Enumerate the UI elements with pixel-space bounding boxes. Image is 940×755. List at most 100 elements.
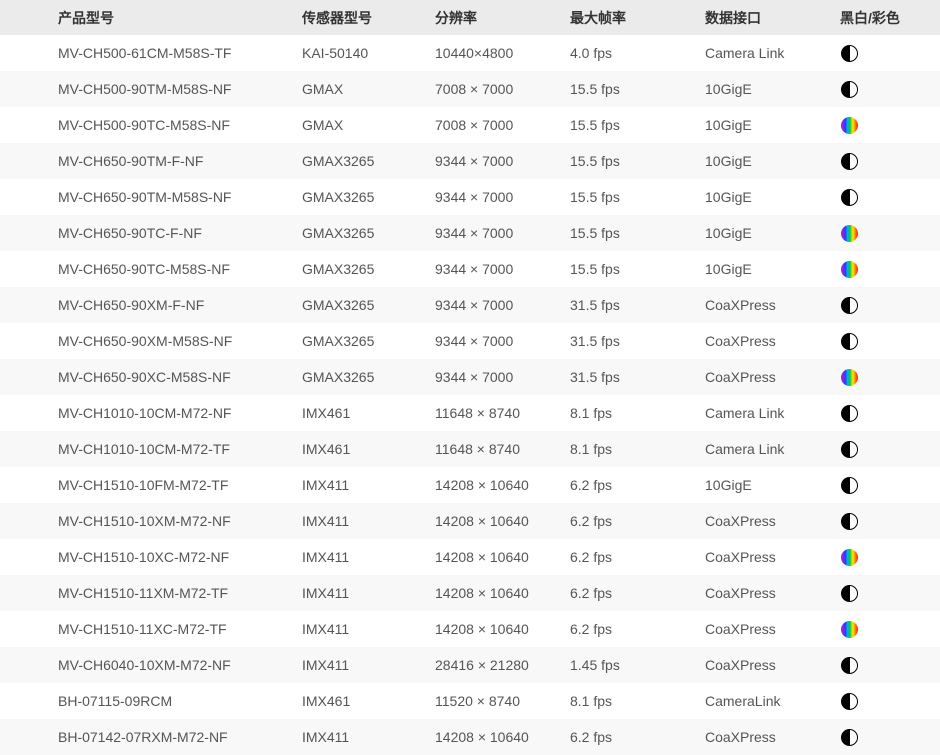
cell-resolution: 7008 × 7000 [435, 71, 570, 107]
table-row: MV-CH6040-10XM-M72-NFIMX41128416 × 21280… [0, 647, 940, 683]
color-rainbow-circle-icon [841, 117, 858, 134]
cell-max_fps: 15.5 fps [570, 71, 705, 107]
cell-interface: CoaXPress [705, 647, 840, 683]
table-row: MV-CH500-90TM-M58S-NFGMAX7008 × 700015.5… [0, 71, 940, 107]
cell-mono_color [840, 683, 940, 719]
cell-interface: 10GigE [705, 179, 840, 215]
cell-sensor: GMAX3265 [302, 215, 435, 251]
cell-interface: 10GigE [705, 71, 840, 107]
color-rainbow-circle-icon [841, 225, 858, 242]
cell-resolution: 10440×4800 [435, 35, 570, 71]
cell-max_fps: 15.5 fps [570, 179, 705, 215]
cell-mono_color [840, 575, 940, 611]
cell-sensor: GMAX3265 [302, 179, 435, 215]
cell-model: MV-CH650-90XC-M58S-NF [0, 359, 302, 395]
cell-sensor: GMAX [302, 107, 435, 143]
cell-model: MV-CH1510-11XM-M72-TF [0, 575, 302, 611]
cell-mono_color [840, 215, 940, 251]
cell-max_fps: 8.1 fps [570, 431, 705, 467]
mono-half-circle-icon [841, 189, 858, 206]
cell-mono_color [840, 719, 940, 755]
cell-model: MV-CH6040-10XM-M72-NF [0, 647, 302, 683]
cell-model: MV-CH1010-10CM-M72-TF [0, 431, 302, 467]
column-header-mono_color: 黑白/彩色 [840, 0, 940, 35]
mono-half-circle-icon [841, 585, 858, 602]
cell-sensor: IMX411 [302, 539, 435, 575]
table-row: MV-CH650-90XM-F-NFGMAX32659344 × 700031.… [0, 287, 940, 323]
cell-model: BH-07115-09RCM [0, 683, 302, 719]
cell-sensor: IMX461 [302, 683, 435, 719]
mono-half-circle-icon [841, 405, 858, 422]
cell-model: MV-CH650-90TM-M58S-NF [0, 179, 302, 215]
cell-max_fps: 6.2 fps [570, 575, 705, 611]
cell-max_fps: 31.5 fps [570, 323, 705, 359]
cell-sensor: KAI-50140 [302, 35, 435, 71]
cell-sensor: IMX411 [302, 467, 435, 503]
table-header: 产品型号传感器型号分辨率最大帧率数据接口黑白/彩色 [0, 0, 940, 35]
cell-resolution: 14208 × 10640 [435, 467, 570, 503]
table-row: MV-CH650-90TC-F-NFGMAX32659344 × 700015.… [0, 215, 940, 251]
table-row: BH-07115-09RCMIMX46111520 × 87408.1 fpsC… [0, 683, 940, 719]
cell-sensor: GMAX3265 [302, 251, 435, 287]
cell-interface: CoaXPress [705, 323, 840, 359]
cell-interface: 10GigE [705, 107, 840, 143]
cell-model: MV-CH1510-11XC-M72-TF [0, 611, 302, 647]
cell-sensor: IMX411 [302, 575, 435, 611]
cell-interface: 10GigE [705, 143, 840, 179]
table-row: MV-CH1010-10CM-M72-NFIMX46111648 × 87408… [0, 395, 940, 431]
cell-interface: CoaXPress [705, 539, 840, 575]
mono-half-circle-icon [841, 477, 858, 494]
cell-max_fps: 6.2 fps [570, 611, 705, 647]
cell-interface: CoaXPress [705, 287, 840, 323]
color-rainbow-circle-icon [841, 549, 858, 566]
mono-half-circle-icon [841, 153, 858, 170]
cell-model: MV-CH650-90XM-M58S-NF [0, 323, 302, 359]
table-row: MV-CH650-90TC-M58S-NFGMAX32659344 × 7000… [0, 251, 940, 287]
cell-max_fps: 15.5 fps [570, 251, 705, 287]
cell-resolution: 9344 × 7000 [435, 251, 570, 287]
cell-interface: 10GigE [705, 251, 840, 287]
cell-mono_color [840, 323, 940, 359]
cell-mono_color [840, 359, 940, 395]
cell-sensor: GMAX3265 [302, 143, 435, 179]
cell-mono_color [840, 647, 940, 683]
cell-max_fps: 1.45 fps [570, 647, 705, 683]
table-row: MV-CH1510-10XM-M72-NFIMX41114208 × 10640… [0, 503, 940, 539]
column-header-sensor: 传感器型号 [302, 0, 435, 35]
cell-interface: Camera Link [705, 431, 840, 467]
table-row: MV-CH650-90TM-F-NFGMAX32659344 × 700015.… [0, 143, 940, 179]
cell-model: BH-07142-07RXM-M72-NF [0, 719, 302, 755]
cell-mono_color [840, 467, 940, 503]
cell-sensor: IMX461 [302, 431, 435, 467]
column-header-max_fps: 最大帧率 [570, 0, 705, 35]
cell-resolution: 11648 × 8740 [435, 395, 570, 431]
cell-sensor: IMX411 [302, 647, 435, 683]
column-header-model: 产品型号 [0, 0, 302, 35]
camera-spec-table: 产品型号传感器型号分辨率最大帧率数据接口黑白/彩色 MV-CH500-61CM-… [0, 0, 940, 755]
mono-half-circle-icon [841, 513, 858, 530]
cell-interface: CoaXPress [705, 575, 840, 611]
column-header-resolution: 分辨率 [435, 0, 570, 35]
table-row: MV-CH1510-10FM-M72-TFIMX41114208 × 10640… [0, 467, 940, 503]
cell-max_fps: 6.2 fps [570, 503, 705, 539]
cell-max_fps: 6.2 fps [570, 467, 705, 503]
cell-model: MV-CH650-90TM-F-NF [0, 143, 302, 179]
cell-interface: 10GigE [705, 215, 840, 251]
cell-model: MV-CH1510-10XC-M72-NF [0, 539, 302, 575]
cell-interface: CoaXPress [705, 611, 840, 647]
table-row: MV-CH650-90XM-M58S-NFGMAX32659344 × 7000… [0, 323, 940, 359]
cell-resolution: 9344 × 7000 [435, 215, 570, 251]
table-row: MV-CH650-90XC-M58S-NFGMAX32659344 × 7000… [0, 359, 940, 395]
mono-half-circle-icon [841, 81, 858, 98]
cell-sensor: IMX411 [302, 611, 435, 647]
table-row: MV-CH1510-11XC-M72-TFIMX41114208 × 10640… [0, 611, 940, 647]
cell-model: MV-CH500-90TM-M58S-NF [0, 71, 302, 107]
cell-resolution: 14208 × 10640 [435, 539, 570, 575]
cell-max_fps: 8.1 fps [570, 395, 705, 431]
cell-mono_color [840, 251, 940, 287]
cell-model: MV-CH650-90TC-F-NF [0, 215, 302, 251]
mono-half-circle-icon [841, 693, 858, 710]
cell-mono_color [840, 35, 940, 71]
cell-interface: CoaXPress [705, 503, 840, 539]
cell-model: MV-CH1510-10FM-M72-TF [0, 467, 302, 503]
